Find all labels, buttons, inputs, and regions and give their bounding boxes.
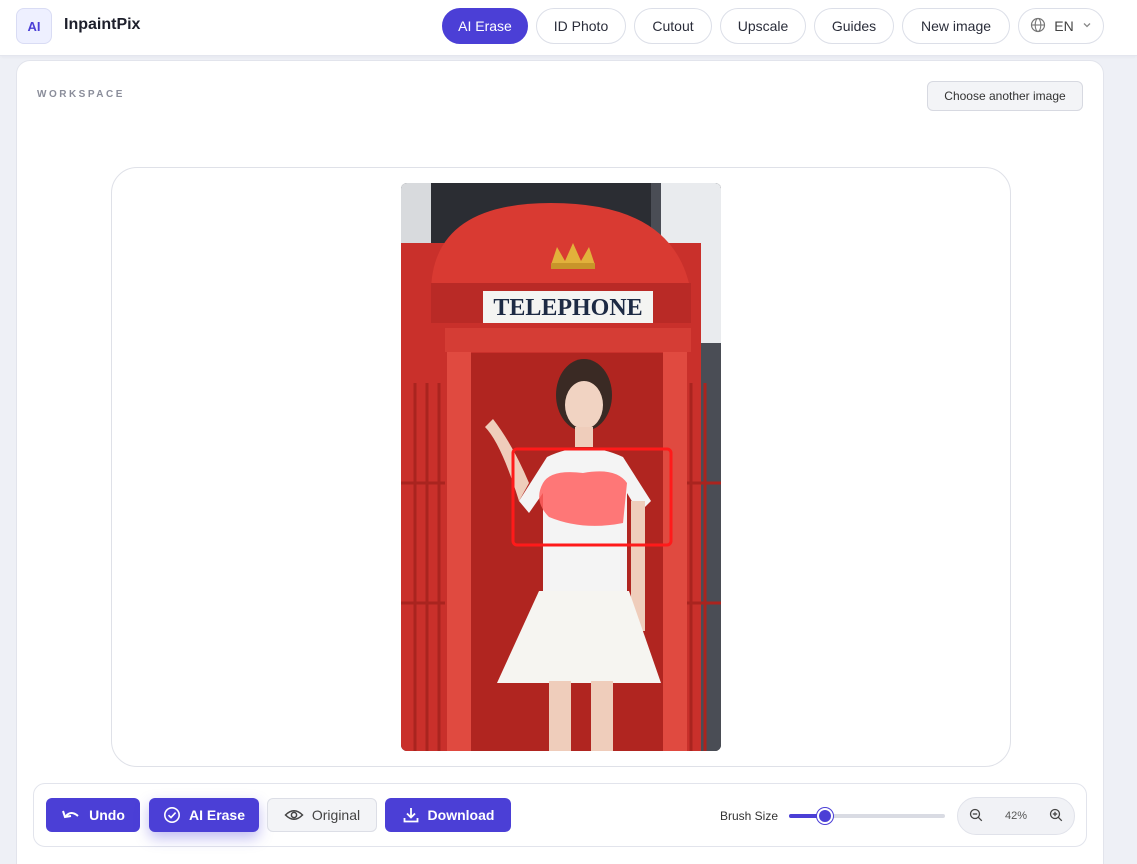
undo-button[interactable]: Undo	[46, 798, 140, 832]
globe-icon	[1030, 17, 1046, 36]
eye-icon	[284, 808, 304, 822]
download-icon	[402, 806, 420, 824]
slider-thumb[interactable]	[817, 808, 833, 824]
nav-cutout[interactable]: Cutout	[634, 8, 712, 44]
brush-size-slider[interactable]	[789, 806, 945, 826]
nav-upscale[interactable]: Upscale	[720, 8, 806, 44]
undo-icon	[61, 807, 81, 823]
zoom-in-button[interactable]	[1046, 807, 1066, 827]
app-header: AI InpaintPix AI Erase ID Photo Cutout U…	[0, 0, 1137, 56]
zoom-in-icon	[1049, 808, 1063, 827]
workspace-label: WORKSPACE	[37, 89, 125, 100]
editor-toolbar: Undo AI Erase Original Download Brush Si…	[33, 783, 1087, 847]
original-label: Original	[311, 807, 361, 823]
download-label: Download	[427, 807, 495, 823]
ai-erase-button[interactable]: AI Erase	[149, 798, 259, 832]
canvas-frame: TELEPHONE	[111, 167, 1011, 767]
undo-label: Undo	[89, 807, 125, 823]
nav-guides[interactable]: Guides	[814, 8, 894, 44]
chevron-down-icon	[1082, 20, 1092, 33]
original-button[interactable]: Original	[267, 798, 377, 832]
download-button[interactable]: Download	[385, 798, 511, 832]
photo-canvas[interactable]: TELEPHONE	[401, 183, 721, 751]
language-selector[interactable]: EN	[1018, 8, 1104, 44]
top-nav: AI Erase ID Photo Cutout Upscale Guides …	[0, 8, 1137, 44]
nav-new-image[interactable]: New image	[902, 8, 1010, 44]
check-circle-icon	[163, 806, 181, 824]
nav-id-photo[interactable]: ID Photo	[536, 8, 626, 44]
brush-size-label: Brush Size	[720, 809, 779, 823]
choose-another-image-button[interactable]: Choose another image	[927, 81, 1083, 111]
language-label: EN	[1054, 18, 1074, 34]
nav-ai-erase[interactable]: AI Erase	[442, 8, 528, 44]
telephone-sign-text: TELEPHONE	[493, 295, 642, 321]
ai-erase-label: AI Erase	[188, 807, 246, 823]
workspace-panel: WORKSPACE Choose another image TELEPHONE	[16, 60, 1104, 864]
zoom-control: 42%	[957, 797, 1075, 835]
